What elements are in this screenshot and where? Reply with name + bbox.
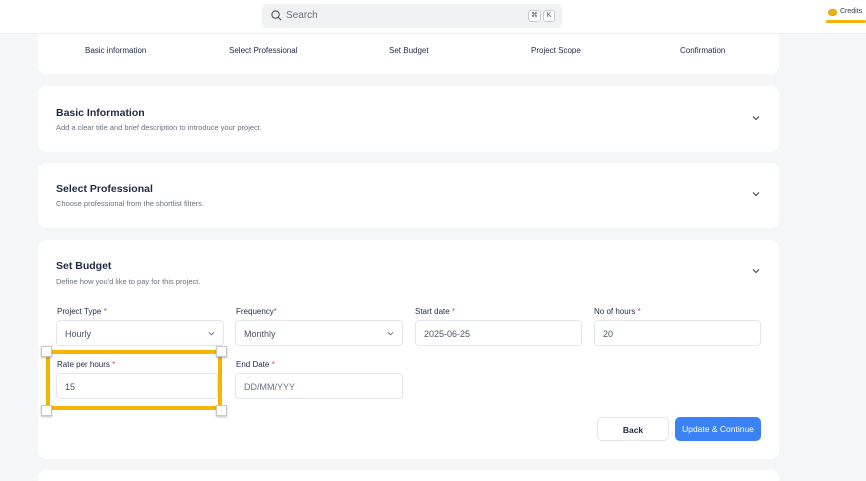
end-date-placeholder: DD/MM/YYY	[244, 382, 296, 392]
end-date-label: End Date *	[236, 360, 275, 369]
credits-button[interactable]: Credits	[826, 7, 866, 25]
chevron-down-icon[interactable]	[751, 113, 761, 123]
resize-handle-bottom-left[interactable]	[41, 405, 52, 416]
project-type-value: Hourly	[65, 329, 92, 339]
step-select-professional[interactable]: Select Professional	[229, 46, 297, 55]
no-of-hours-value: 20	[603, 329, 614, 339]
end-date-input[interactable]: DD/MM/YYY	[235, 373, 403, 399]
top-bar: Search ⌘ K Credits	[0, 0, 866, 34]
search-icon	[271, 10, 282, 21]
section-description: Add a clear title and brief description …	[56, 123, 262, 132]
chevron-down-icon[interactable]	[751, 189, 761, 199]
update-continue-button[interactable]: Update & Continue	[675, 417, 761, 441]
section-description: Define how you'd like to pay for this pr…	[56, 277, 201, 286]
back-button[interactable]: Back	[597, 417, 669, 441]
start-date-value: 2025-06-25	[424, 329, 471, 339]
coin-icon	[828, 9, 837, 16]
project-scope-section[interactable]	[38, 470, 779, 481]
chevron-down-icon	[387, 331, 394, 336]
frequency-label: Frequency*	[236, 307, 277, 316]
chevron-down-icon[interactable]	[751, 266, 761, 276]
step-confirmation[interactable]: Confirmation	[680, 46, 725, 55]
start-date-input[interactable]: 2025-06-25	[415, 320, 582, 346]
frequency-value: Monthly	[244, 329, 276, 339]
select-professional-section[interactable]: Select Professional Choose professional …	[38, 163, 779, 228]
search-placeholder: Search	[286, 10, 318, 21]
start-date-label: Start date *	[415, 307, 456, 316]
section-title: Set Budget	[56, 260, 112, 272]
step-set-budget[interactable]: Set Budget	[389, 46, 429, 55]
section-title: Select Professional	[56, 183, 153, 195]
credits-label: Credits	[840, 8, 863, 15]
basic-information-section[interactable]: Basic Information Add a clear title and …	[38, 86, 779, 152]
resize-handle-top-left[interactable]	[41, 346, 52, 357]
resize-handle-top-right[interactable]	[216, 346, 227, 357]
step-project-scope[interactable]: Project Scope	[531, 46, 581, 55]
selection-highlight	[46, 350, 222, 410]
command-key-icon: ⌘	[528, 10, 541, 22]
no-of-hours-label: No of hours *	[594, 307, 641, 316]
credits-indicator	[826, 20, 866, 23]
section-description: Choose professional from the shortlist f…	[56, 199, 204, 208]
frequency-select[interactable]: Monthly	[235, 320, 403, 346]
project-type-select[interactable]: Hourly	[56, 320, 224, 346]
resize-handle-bottom-right[interactable]	[216, 405, 227, 416]
search-bar[interactable]: Search ⌘ K	[262, 4, 562, 28]
section-title: Basic Information	[56, 107, 145, 119]
no-of-hours-input[interactable]: 20	[594, 320, 761, 346]
chevron-down-icon	[208, 331, 215, 336]
stepper: Basic information Select Professional Se…	[38, 34, 779, 74]
project-type-label: Project Type *	[57, 307, 107, 316]
k-key-badge: K	[543, 10, 555, 22]
step-basic-information[interactable]: Basic information	[85, 46, 146, 55]
